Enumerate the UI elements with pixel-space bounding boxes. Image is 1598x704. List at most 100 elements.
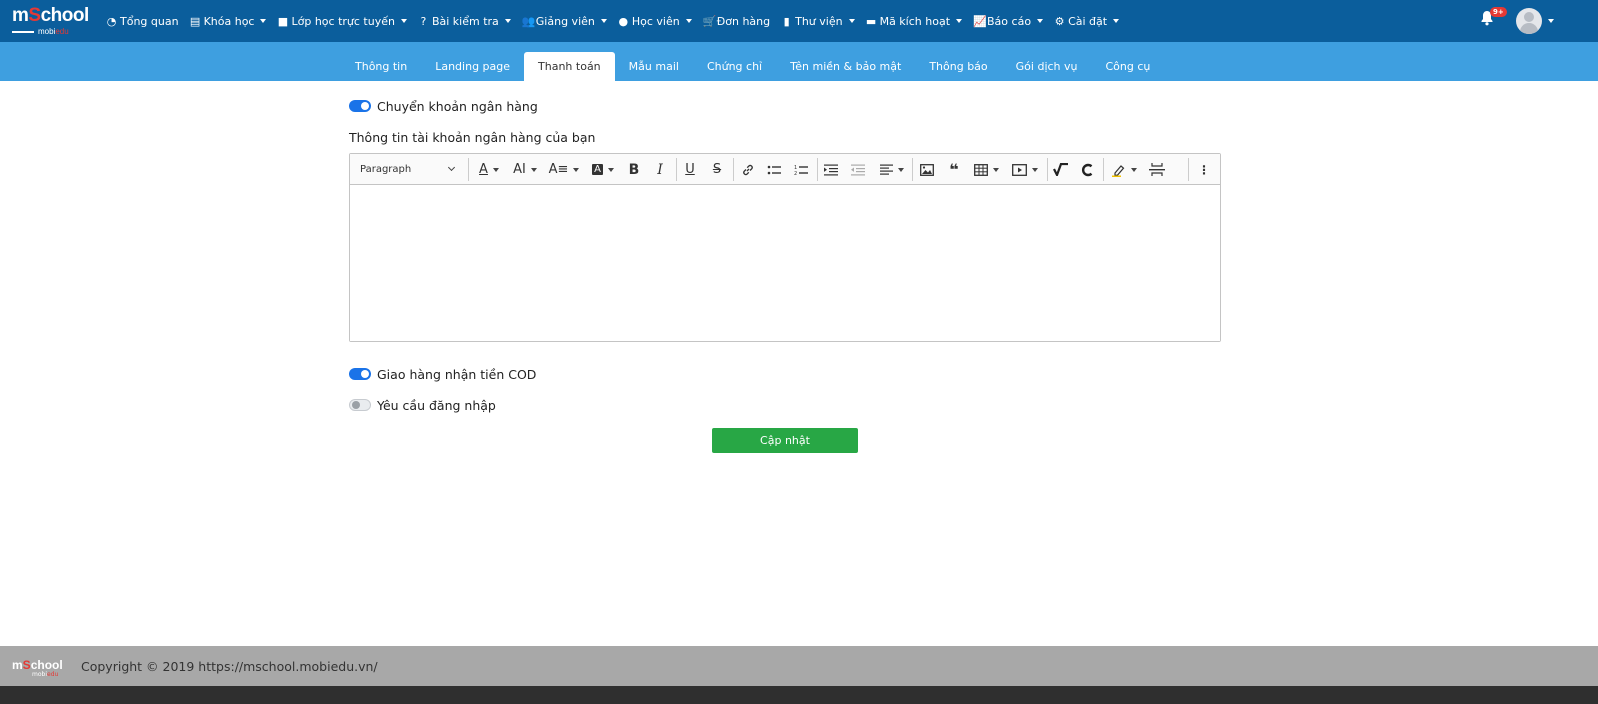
tab-0[interactable]: Thông tin bbox=[341, 52, 421, 81]
tab-7[interactable]: Gói dịch vụ bbox=[1002, 52, 1092, 81]
copyright-text: Copyright © 2019 https://mschool.mobiedu… bbox=[81, 659, 378, 674]
toolbar-divider bbox=[676, 158, 677, 181]
bold-icon[interactable]: B bbox=[626, 160, 642, 179]
indent-icon[interactable] bbox=[822, 160, 840, 179]
chemistry-formula-icon[interactable] bbox=[1078, 160, 1098, 179]
mschool-logo[interactable]: mSchool mobiedu bbox=[12, 6, 92, 36]
tab-1[interactable]: Landing page bbox=[421, 52, 524, 81]
text-align-tool[interactable] bbox=[876, 160, 908, 179]
caret-down-icon bbox=[400, 19, 407, 23]
top-navbar: mSchool mobiedu ◔ Tổng quan ▤ Khóa học ■ Lớp … bbox=[0, 0, 1598, 42]
tab-4[interactable]: Chứng chỉ bbox=[693, 52, 776, 81]
rich-text-editor: Paragraph A AI A≡ A B I U S 12 ❝ ⋮ bbox=[349, 153, 1221, 342]
nav-item-9[interactable]: 📈 Báo cáo bbox=[973, 15, 1044, 28]
nav-item-label: Cài đặt bbox=[1068, 14, 1108, 28]
strikethrough-icon[interactable]: S bbox=[709, 160, 725, 179]
caret-down-icon bbox=[1037, 19, 1044, 23]
tab-2[interactable]: Thanh toán bbox=[524, 52, 615, 81]
font-size-icon: AI bbox=[513, 162, 526, 177]
tab-5[interactable]: Tên miền & bảo mật bbox=[776, 52, 915, 81]
media-embed-tool[interactable] bbox=[1008, 160, 1042, 179]
bulleted-list-icon[interactable] bbox=[765, 160, 783, 179]
dashboard-icon: ◔ bbox=[106, 14, 117, 28]
nav-item-0[interactable]: ◔ Tổng quan bbox=[106, 15, 179, 28]
nav-item-8[interactable]: ▬ Mã kích hoạt bbox=[865, 14, 963, 28]
page-break-icon[interactable] bbox=[1147, 160, 1167, 179]
footer-logo: mSchool mobiedu bbox=[12, 658, 63, 678]
require-login-toggle[interactable] bbox=[349, 399, 371, 411]
toolbar-divider bbox=[1103, 158, 1104, 181]
question-icon: ? bbox=[420, 14, 427, 28]
nav-item-label: Giảng viên bbox=[535, 14, 595, 28]
italic-icon[interactable]: I bbox=[652, 160, 668, 179]
insert-table-tool[interactable] bbox=[970, 160, 1002, 179]
font-family-icon: A≡ bbox=[548, 162, 569, 177]
bank-transfer-label: Chuyển khoản ngân hàng bbox=[377, 99, 538, 114]
main-menu: ◔ Tổng quan ▤ Khóa học ■ Lớp học trực tuyến? B… bbox=[106, 0, 1130, 42]
update-button[interactable]: Cập nhật bbox=[712, 428, 858, 453]
settings-tabs: Thông tin Landing page Thanh toán Mẫu mail C… bbox=[341, 52, 1164, 81]
user-icon: ● bbox=[618, 14, 629, 28]
outdent-icon[interactable] bbox=[849, 160, 867, 179]
font-family-tool[interactable]: A≡ bbox=[548, 160, 580, 179]
nav-item-10[interactable]: ⚙ Cài đặt bbox=[1054, 14, 1120, 28]
toolbar-divider bbox=[1047, 158, 1048, 181]
more-options-icon[interactable]: ⋮ bbox=[1196, 160, 1212, 179]
caret-down-icon bbox=[848, 19, 855, 23]
numbered-list-icon[interactable]: 12 bbox=[792, 160, 810, 179]
editor-toolbar: Paragraph A AI A≡ A B I U S 12 ❝ ⋮ bbox=[350, 154, 1220, 185]
bottom-strip bbox=[0, 686, 1598, 704]
chevron-down-icon[interactable] bbox=[1548, 19, 1554, 23]
toolbar-divider bbox=[912, 158, 913, 181]
table-icon bbox=[973, 163, 988, 176]
math-formula-icon[interactable] bbox=[1051, 160, 1071, 179]
heading-select[interactable]: Paragraph bbox=[360, 160, 458, 179]
blockquote-icon[interactable]: ❝ bbox=[945, 160, 963, 179]
bank-info-label: Thông tin tài khoản ngân hàng của bạn bbox=[349, 130, 596, 145]
nav-item-6[interactable]: 🛒 Đơn hàng bbox=[703, 15, 770, 28]
link-icon[interactable] bbox=[739, 160, 757, 179]
tab-3[interactable]: Mẫu mail bbox=[615, 52, 693, 81]
nav-item-1[interactable]: ▤ Khóa học bbox=[190, 15, 267, 28]
highlight-tool[interactable] bbox=[1108, 160, 1140, 179]
caret-down-icon bbox=[956, 19, 963, 23]
image-icon[interactable] bbox=[918, 160, 936, 179]
font-color-tool[interactable]: A bbox=[474, 160, 504, 179]
media-icon bbox=[1012, 163, 1027, 176]
toolbar-divider bbox=[468, 158, 469, 181]
bank-transfer-toggle[interactable] bbox=[349, 100, 371, 112]
caret-down-icon bbox=[260, 19, 267, 23]
font-color-icon: A bbox=[479, 162, 488, 177]
nav-item-label: Đơn hàng bbox=[716, 14, 771, 28]
nav-item-5[interactable]: ● Học viên bbox=[618, 15, 692, 28]
card-icon: ▬ bbox=[865, 14, 877, 28]
tab-6[interactable]: Thông báo bbox=[915, 52, 1001, 81]
nav-item-label: Bài kiểm tra bbox=[431, 14, 499, 28]
nav-item-label: Tổng quan bbox=[120, 14, 179, 28]
chevron-down-icon bbox=[447, 163, 456, 172]
underline-icon[interactable]: U bbox=[682, 160, 698, 179]
font-size-tool[interactable]: AI bbox=[508, 160, 542, 179]
table-icon: ▤ bbox=[189, 14, 201, 28]
require-login-label: Yêu cầu đăng nhập bbox=[377, 398, 496, 413]
tab-8[interactable]: Công cụ bbox=[1092, 52, 1165, 81]
video-icon: ■ bbox=[277, 14, 289, 28]
bank-info-editor-content[interactable] bbox=[350, 185, 1220, 341]
background-color-tool[interactable]: A bbox=[588, 160, 618, 179]
users-icon: 👥 bbox=[521, 14, 536, 28]
gears-icon: ⚙ bbox=[1054, 14, 1065, 28]
avatar[interactable] bbox=[1516, 8, 1542, 34]
nav-item-3[interactable]: ? Bài kiểm tra bbox=[418, 15, 511, 28]
nav-item-7[interactable]: ▮ Thư viện bbox=[781, 14, 855, 28]
notification-badge: 9+ bbox=[1490, 7, 1507, 17]
cod-label: Giao hàng nhận tiền COD bbox=[377, 367, 537, 382]
nav-item-2[interactable]: ■ Lớp học trực tuyến bbox=[277, 14, 407, 28]
settings-tabbar: Thông tin Landing page Thanh toán Mẫu mail C… bbox=[0, 42, 1598, 81]
nav-item-label: Khóa học bbox=[203, 14, 255, 28]
book-icon: ▮ bbox=[783, 14, 790, 28]
nav-item-4[interactable]: 👥 Giảng viên bbox=[522, 15, 607, 28]
cod-toggle[interactable] bbox=[349, 368, 371, 380]
caret-down-icon bbox=[504, 19, 511, 23]
caret-down-icon bbox=[685, 19, 692, 23]
highlighter-icon bbox=[1111, 164, 1124, 177]
